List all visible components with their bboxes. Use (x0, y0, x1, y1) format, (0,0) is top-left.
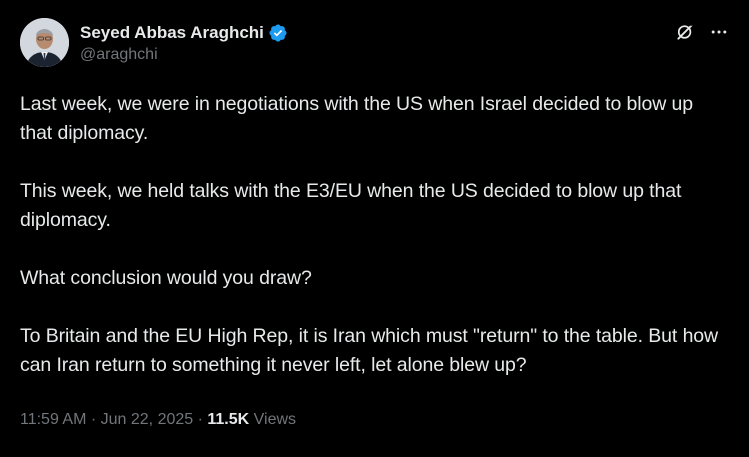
author-names: Seyed Abbas Araghchi @araghchi (80, 22, 288, 64)
tweet-meta: 11:59 AM · Jun 22, 2025 · 11.5K Views (20, 411, 296, 429)
verified-badge-icon[interactable] (268, 23, 288, 43)
tweet-card: Seyed Abbas Araghchi @araghchi Last week… (0, 0, 749, 457)
avatar[interactable] (20, 18, 69, 67)
tweet-paragraph: To Britain and the EU High Rep, it is Ir… (20, 325, 719, 376)
tweet-actions (675, 22, 729, 42)
tweet-date[interactable]: Jun 22, 2025 (101, 411, 194, 428)
tweet-header: Seyed Abbas Araghchi @araghchi (20, 16, 729, 70)
author-handle[interactable]: @araghchi (80, 46, 288, 64)
name-row: Seyed Abbas Araghchi (80, 22, 288, 44)
views-label: Views (253, 411, 297, 428)
tweet-text: Last week, we were in negotiations with … (20, 90, 729, 380)
tweet-paragraph: This week, we held talks with the E3/EU … (20, 180, 682, 231)
author-display-name[interactable]: Seyed Abbas Araghchi (80, 23, 264, 43)
tweet-paragraph: What conclusion would you draw? (20, 267, 312, 289)
tweet-time[interactable]: 11:59 AM (20, 411, 86, 428)
tweet-paragraph: Last week, we were in negotiations with … (20, 93, 694, 144)
meta-separator: · (193, 411, 208, 428)
views-count: 11.5K (207, 411, 250, 428)
meta-separator: · (86, 411, 101, 428)
grok-icon[interactable] (675, 22, 695, 42)
more-options-icon[interactable] (709, 22, 729, 42)
avatar-image (20, 18, 69, 67)
